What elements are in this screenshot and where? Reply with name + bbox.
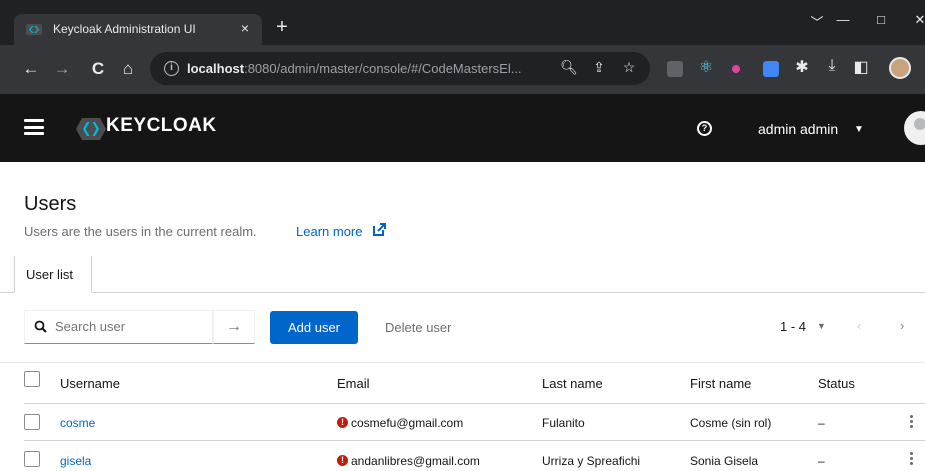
last-name-cell: Fulanito [542,416,585,430]
email-cell: cosmefu@gmail.com [351,416,464,430]
close-tab-icon[interactable]: × [236,19,254,37]
search-icon [34,320,47,333]
user-menu-toggle[interactable]: admin admin [758,121,838,137]
browser-tab[interactable]: Keycloak Administration UI × [14,14,262,45]
search-input[interactable] [55,319,205,334]
tab-user-list-label: User list [26,267,73,282]
keycloak-favicon-icon [26,24,42,35]
address-bar[interactable]: i localhost:8080/admin/master/console/#/… [150,52,650,85]
close-window-button[interactable]: ✕ [910,12,925,28]
reload-icon[interactable]: C [87,58,109,80]
help-icon[interactable]: ? [697,121,712,136]
column-header-first-name[interactable]: First name [690,376,751,391]
column-header-last-name[interactable]: Last name [542,376,603,391]
username-link[interactable]: cosme [60,416,95,430]
share-icon[interactable]: ⇪ [590,59,608,76]
row-checkbox[interactable] [24,414,40,430]
column-header-username[interactable]: Username [60,376,120,391]
username-link[interactable]: gisela [60,454,91,468]
unverified-email-icon: ! [337,455,348,466]
react-devtools-icon[interactable]: ⚛ [696,57,716,77]
email-cell: andanlibres@gmail.com [351,454,480,468]
new-tab-button[interactable]: + [271,17,293,37]
page-description: Users are the users in the current realm… [24,224,257,239]
previous-page-button[interactable]: ‹ [857,318,861,333]
browser-toolbar: ← → C ⌂ i localhost:8080/admin/master/co… [0,45,925,94]
row-actions-kebab-icon[interactable] [910,415,914,430]
url-text[interactable]: localhost:8080/admin/master/console/#/Co… [187,61,542,76]
tab-user-list[interactable]: User list [14,256,92,294]
avatar[interactable] [904,111,925,145]
maximize-button[interactable]: □ [871,12,891,27]
browser-tab-title: Keycloak Administration UI [53,22,196,36]
row-divider [24,440,925,441]
learn-more-link[interactable]: Learn more [296,224,362,239]
forward-icon[interactable]: → [51,58,73,80]
tab-search-icon[interactable]: ﹀ [807,12,827,31]
extension-3-icon[interactable] [732,65,740,73]
extensions-puzzle-icon[interactable]: ✱ [792,57,812,77]
pagination-caret-icon[interactable]: ▼ [817,321,826,331]
masthead: KEYCLOAK ? admin admin ▼ [0,94,925,162]
row-checkbox[interactable] [24,451,40,467]
extension-4-icon[interactable] [763,61,779,77]
column-header-email[interactable]: Email [337,376,370,391]
row-actions-kebab-icon[interactable] [910,452,914,467]
bookmark-star-icon[interactable]: ☆ [620,59,638,76]
header-divider [24,403,925,404]
keycloak-logo-icon [76,118,106,140]
status-cell: – [818,454,825,468]
page-title: Users [24,193,77,215]
browser-tab-bar: Keycloak Administration UI × + ﹀ — □ ✕ [0,0,925,45]
search-submit-button[interactable]: → [213,310,255,344]
extension-1-icon[interactable] [667,61,683,77]
download-icon[interactable]: ⤓ [822,57,842,75]
tabs-divider [0,292,925,293]
next-page-button[interactable]: › [900,318,904,333]
delete-user-button[interactable]: Delete user [385,320,451,335]
back-icon[interactable]: ← [20,58,42,80]
hamburger-menu-icon[interactable] [24,119,44,135]
zoom-icon[interactable]: 🔍︎ [560,59,578,76]
unverified-email-icon: ! [337,417,348,428]
add-user-button[interactable]: Add user [270,311,358,344]
caret-down-icon[interactable]: ▼ [854,124,864,135]
first-name-cell: Cosme (sin rol) [690,416,772,430]
first-name-cell: Sonia Gisela [690,454,759,468]
select-all-checkbox[interactable] [24,371,40,387]
pagination-count[interactable]: 1 - 4 [780,319,806,334]
side-panel-icon[interactable]: ◧ [851,57,871,77]
keycloak-logo-text: KEYCLOAK [106,115,217,136]
site-info-icon[interactable]: i [164,61,179,76]
last-name-cell: Urriza y Spreafichi [542,454,641,468]
status-cell: – [818,416,825,430]
column-header-status[interactable]: Status [818,376,855,391]
minimize-button[interactable]: — [833,12,853,27]
external-link-icon[interactable] [372,222,387,237]
home-icon[interactable]: ⌂ [117,58,139,80]
browser-profile-avatar[interactable] [889,57,911,79]
search-box [24,310,213,344]
table-top-divider [0,362,925,363]
